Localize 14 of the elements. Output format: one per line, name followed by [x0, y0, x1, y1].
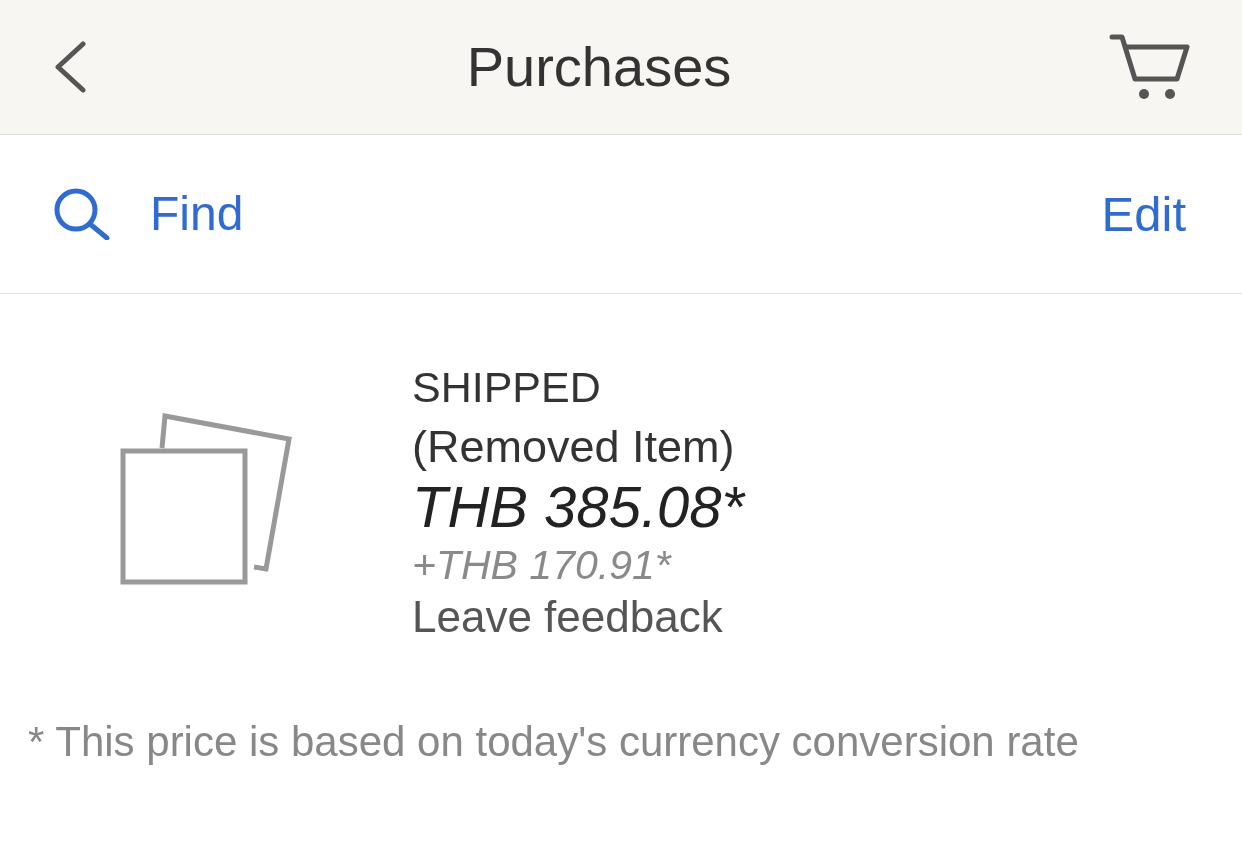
search-icon — [54, 188, 110, 240]
page-title: Purchases — [466, 39, 732, 95]
extra-price: +THB 170.91* — [412, 541, 673, 590]
back-chevron-icon — [53, 41, 87, 93]
currency-footnote: * This price is based on today's currency conversion rate — [28, 718, 1079, 766]
cart-button[interactable] — [1108, 32, 1192, 102]
item-title: (Removed Item) — [412, 420, 736, 474]
item-price: THB 385.08* — [412, 477, 745, 537]
picture-placeholder-icon — [120, 413, 292, 585]
edit-button[interactable]: Edit — [1101, 189, 1186, 239]
order-status: SHIPPED — [412, 362, 602, 413]
find-button[interactable]: Find — [54, 188, 244, 240]
cart-icon — [1109, 34, 1191, 100]
leave-feedback-link[interactable]: Leave feedback — [412, 593, 723, 641]
